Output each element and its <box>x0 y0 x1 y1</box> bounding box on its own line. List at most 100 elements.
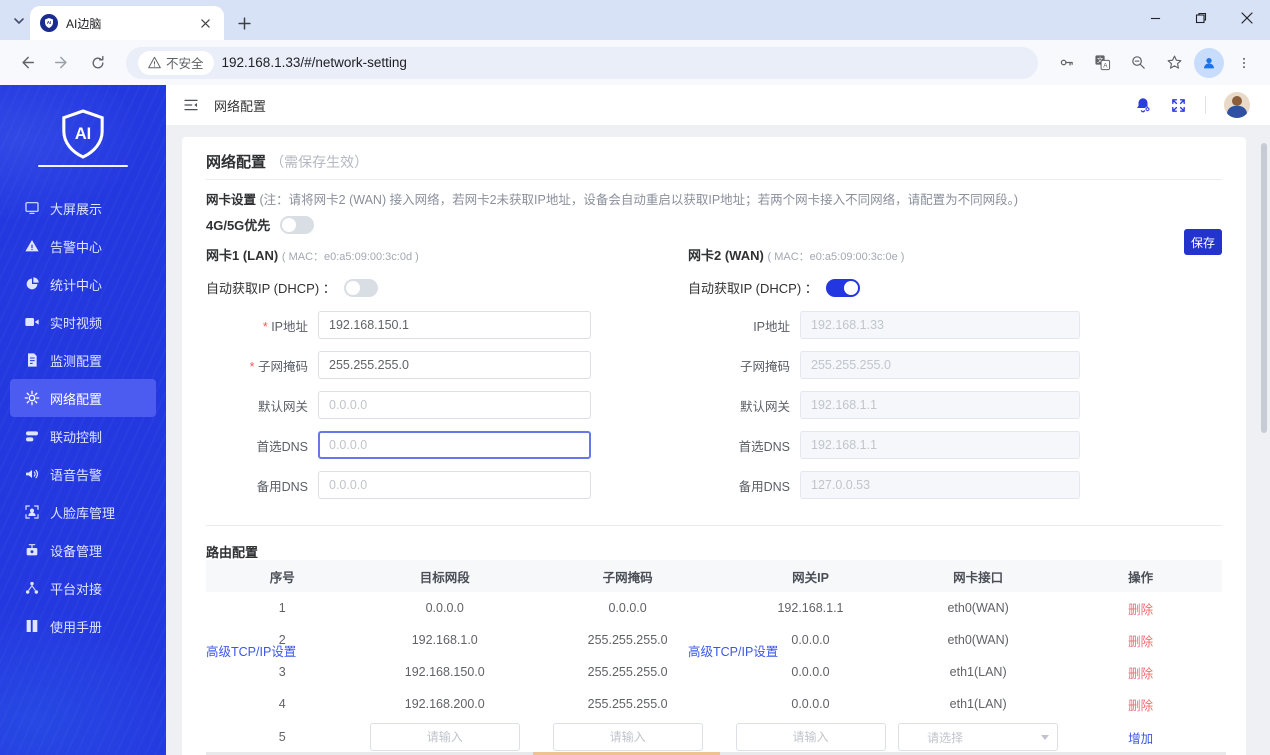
nic1-ip-input[interactable] <box>318 311 591 339</box>
sidebar-item-label: 大屏展示 <box>50 201 103 217</box>
address-bar[interactable]: 不安全 192.168.1.33/#/network-setting <box>126 46 1038 79</box>
col-header-no: 序号 <box>269 570 295 585</box>
alarm-bell-gear-icon[interactable] <box>1134 96 1152 114</box>
new-route-dest-input[interactable] <box>369 723 520 751</box>
security-label: 不安全 <box>166 57 204 71</box>
reload-icon[interactable] <box>82 47 114 79</box>
save-button[interactable]: 保存 <box>1184 229 1222 255</box>
fullscreen-icon[interactable] <box>1170 97 1187 114</box>
delete-route-link[interactable]: 删除 <box>1128 635 1153 649</box>
new-route-gateway-input[interactable] <box>735 723 886 751</box>
select-placeholder: 请选择 <box>927 730 964 745</box>
nic2-ip-label: IP地址 <box>753 319 790 334</box>
nic1-mask-input[interactable] <box>318 351 591 379</box>
zoom-out-icon[interactable] <box>1122 47 1154 79</box>
sidebar-item-alarm-center[interactable]: 告警中心 <box>10 227 156 265</box>
col-header-dest: 目标网段 <box>419 570 470 585</box>
sidebar-item-label: 使用手册 <box>50 619 103 635</box>
new-route-iface-select[interactable]: 请选择 <box>898 723 1059 751</box>
nic1-section: 网卡1 (LAN) ( MAC：e0:a5:09:00:3c:0d ) 自动获取… <box>206 245 696 511</box>
table-row: 1 0.0.0.0 0.0.0.0 192.168.1.1 eth0(WAN) … <box>206 592 1222 624</box>
sidebar-item-screen[interactable]: 大屏展示 <box>10 189 156 227</box>
route-table-header: 序号 目标网段 子网掩码 网关IP 网卡接口 操作 <box>206 560 1222 592</box>
sidebar-item-user-manual[interactable]: 使用手册 <box>10 607 156 645</box>
sidebar-item-live-video[interactable]: 实时视频 <box>10 303 156 341</box>
profile-icon[interactable] <box>1194 47 1224 78</box>
app-logo: AI <box>0 109 166 159</box>
translate-icon[interactable]: 文A <box>1086 47 1118 79</box>
row-dest: 0.0.0.0 <box>425 601 464 615</box>
security-chip[interactable]: 不安全 <box>138 50 214 75</box>
page-title: 网络配置 <box>206 154 267 171</box>
nic2-title: 网卡2 (WAN) <box>688 248 764 263</box>
alert-icon <box>24 238 40 254</box>
sidebar-item-label: 监测配置 <box>50 353 103 369</box>
nic2-dhcp-toggle[interactable] <box>825 278 860 297</box>
nic1-title: 网卡1 (LAN) <box>206 248 279 263</box>
network-config-card: 网络配置 （需保存生效） 网卡设置 (注：请将网卡2 (WAN) 接入网络，若网… <box>182 137 1246 755</box>
tab-title: AI边脑 <box>66 16 102 31</box>
nic1-gateway-input[interactable] <box>318 391 591 419</box>
sidebar-item-network-config[interactable]: 网络配置 <box>10 379 156 417</box>
nic2-section: 网卡2 (WAN) ( MAC：e0:a5:09:00:3c:0e ) 自动获取… <box>688 245 1178 511</box>
delete-route-link[interactable]: 删除 <box>1128 699 1153 713</box>
row-no: 3 <box>278 665 286 679</box>
header-divider <box>1205 96 1206 114</box>
nic1-dns2-input[interactable] <box>318 471 591 499</box>
browser-toolbar: 不安全 192.168.1.33/#/network-setting 文A <box>0 40 1270 85</box>
new-tab-icon[interactable] <box>232 11 256 35</box>
manual-icon <box>24 618 40 634</box>
row-iface: eth1(LAN) <box>949 697 1007 711</box>
logo-divider <box>38 165 128 167</box>
minimize-icon[interactable] <box>1132 0 1178 36</box>
sidebar-item-label: 统计中心 <box>50 277 103 293</box>
sidebar-item-voice-alarm[interactable]: 语音告警 <box>10 455 156 493</box>
nic2-dns2-label: 备用DNS <box>738 479 790 494</box>
nic2-dns1-input <box>800 431 1080 459</box>
tab-search-chevron-icon[interactable] <box>8 10 30 32</box>
sidebar-item-linkage-control[interactable]: 联动控制 <box>10 417 156 455</box>
nic2-gateway-input <box>800 391 1080 419</box>
browser-tab[interactable]: AI AI边脑 <box>30 6 224 40</box>
row-iface: eth0(WAN) <box>947 601 1009 615</box>
table-row: 2 192.168.1.0 255.255.255.0 0.0.0.0 eth0… <box>206 624 1222 656</box>
kebab-menu-icon[interactable] <box>1228 47 1260 79</box>
sidebar-item-device-management[interactable]: 设备管理 <box>10 531 156 569</box>
table-row: 3 192.168.150.0 255.255.255.0 0.0.0.0 et… <box>206 656 1222 688</box>
user-avatar[interactable] <box>1224 92 1250 118</box>
sidebar-item-stats-center[interactable]: 统计中心 <box>10 265 156 303</box>
nic1-dhcp-toggle[interactable] <box>343 278 378 297</box>
sidebar-item-face-library[interactable]: 人脸库管理 <box>10 493 156 531</box>
delete-route-link[interactable]: 删除 <box>1128 603 1153 617</box>
row-no: 4 <box>278 697 286 711</box>
row-iface: eth1(LAN) <box>949 665 1007 679</box>
window-controls <box>1132 0 1270 36</box>
table-row: 4 192.168.200.0 255.255.255.0 0.0.0.0 et… <box>206 688 1222 720</box>
nic1-dns1-input[interactable] <box>318 431 591 459</box>
tab-close-icon[interactable] <box>196 14 214 32</box>
forward-icon[interactable] <box>46 47 78 79</box>
nic2-dns1-label: 首选DNS <box>738 439 790 454</box>
back-icon[interactable] <box>10 47 42 79</box>
row-no: 2 <box>278 633 286 647</box>
new-route-mask-input[interactable] <box>552 723 703 751</box>
col-header-gateway: 网关IP <box>792 570 829 585</box>
content-scrollbar[interactable] <box>1261 143 1267 433</box>
nic1-dns1-label: 首选DNS <box>256 439 308 454</box>
sidebar-item-platform-connect[interactable]: 平台对接 <box>10 569 156 607</box>
url-text[interactable]: 192.168.1.33/#/network-setting <box>222 55 407 70</box>
add-route-link[interactable]: 增加 <box>1128 732 1153 746</box>
star-icon[interactable] <box>1158 47 1190 79</box>
page-title-note: （需保存生效） <box>270 154 369 170</box>
row-gateway: 192.168.1.1 <box>777 601 844 615</box>
maximize-icon[interactable] <box>1178 0 1224 36</box>
menu-fold-icon[interactable] <box>178 92 204 118</box>
route-table: 序号 目标网段 子网掩码 网关IP 网卡接口 操作 1 0.0.0.0 0.0.… <box>206 560 1222 754</box>
key-icon[interactable] <box>1050 47 1082 79</box>
delete-route-link[interactable]: 删除 <box>1128 667 1153 681</box>
fourg-priority-toggle[interactable] <box>280 215 315 234</box>
close-icon[interactable] <box>1224 0 1270 36</box>
sidebar-item-monitor-config[interactable]: 监测配置 <box>10 341 156 379</box>
linkage-icon <box>24 428 40 444</box>
sidebar-item-label: 网络配置 <box>50 391 103 407</box>
